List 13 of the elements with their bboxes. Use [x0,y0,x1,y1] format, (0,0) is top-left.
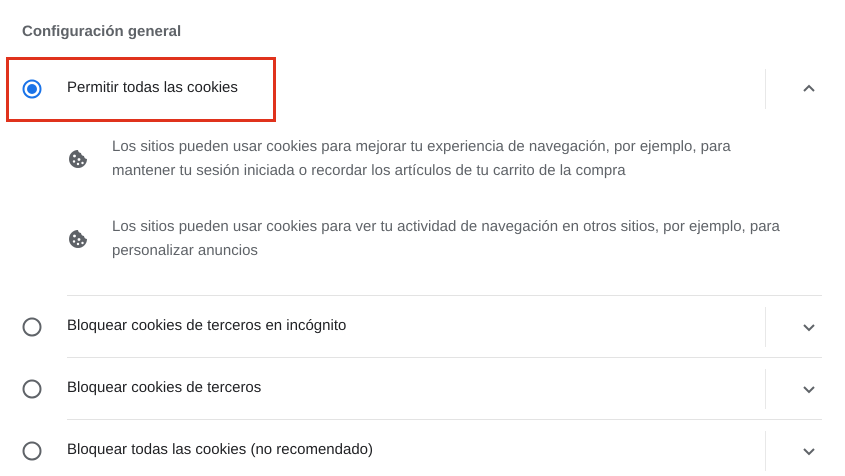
option-label: Bloquear todas las cookies (no recomendado) [67,440,374,460]
section-title: Configuración general [22,22,182,42]
option-label: Permitir todas las cookies [67,78,239,98]
cookie-icon [68,149,88,169]
detail-text: Los sitios pueden usar cookies para ver tu actividad de navegación en otros sitios, por ejemplo, para personalizar anuncios [112,217,781,261]
detail-text: Los sitios pueden usar cookies para mejorar tu experiencia de navegación, por ejemplo, para mantener tu sesión iniciada o recordar los artículos de tu carrito de la compra [112,137,732,181]
radio-button[interactable] [22,378,42,398]
option-label: Bloquear cookies de terceros en incógnito [67,316,348,336]
radio-button[interactable] [22,316,42,336]
cookie-icon [68,229,88,249]
radio-button[interactable] [22,440,42,460]
option-label: Bloquear cookies de terceros [67,378,262,398]
radio-button[interactable] [22,78,42,98]
